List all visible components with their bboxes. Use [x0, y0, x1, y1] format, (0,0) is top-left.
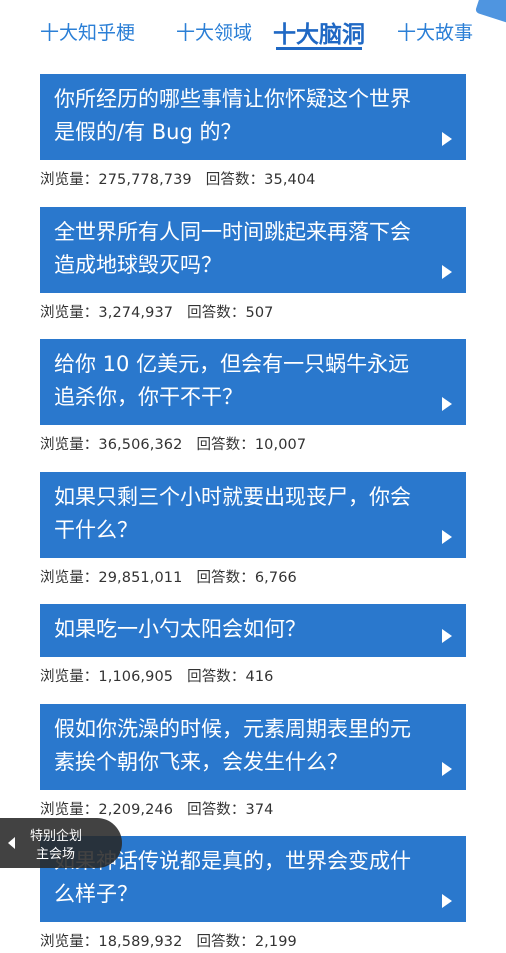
tab-brain-holes[interactable]: 十大脑洞 [273, 15, 365, 49]
play-arrow-icon [442, 629, 452, 643]
answers-label: 回答数： [205, 172, 265, 188]
play-arrow-icon [442, 265, 452, 279]
views-label: 浏览量： [40, 172, 99, 188]
answers-label: 回答数： [187, 305, 246, 321]
question-title: 如果只剩三个小时就要出现丧尸，你会干什么？ [54, 485, 411, 542]
views-count: 275,778,739 [98, 172, 192, 188]
list-item: 如果吃一小勺太阳会如何？ 浏览量：1,106,905 回答数：416 [40, 604, 466, 686]
question-stats: 浏览量：3,274,937 回答数：507 [40, 301, 466, 322]
views-count: 2,209,246 [98, 802, 174, 818]
special-event-floating-button[interactable]: 特别企划 主会场 [0, 818, 122, 868]
answers-count: 10,007 [254, 437, 307, 453]
views-count: 1,106,905 [98, 669, 174, 685]
views-count: 18,589,932 [98, 934, 183, 950]
tab-fields[interactable]: 十大领域 [176, 18, 252, 45]
tab-stories[interactable]: 十大故事 [397, 18, 473, 45]
category-tabs: 十大知乎梗 十大领域 十大脑洞 十大故事 [0, 0, 506, 62]
tab-zhihu-memes[interactable]: 十大知乎梗 [40, 18, 135, 45]
answers-count: 416 [245, 669, 274, 685]
question-stats: 浏览量：1,106,905 回答数：416 [40, 665, 466, 686]
question-title: 全世界所有人同一时间跳起来再落下会造成地球毁灭吗？ [54, 220, 411, 277]
list-item: 给你 10 亿美元，但会有一只蜗牛永远追杀你，你干不干？ 浏览量：36,506,… [40, 339, 466, 454]
question-stats: 浏览量：18,589,932 回答数：2,199 [40, 930, 466, 951]
views-label: 浏览量： [40, 437, 99, 453]
question-title: 如果吃一小勺太阳会如何？ [54, 617, 306, 641]
views-label: 浏览量： [40, 934, 99, 950]
answers-count: 2,199 [254, 934, 297, 950]
question-title: 你所经历的哪些事情让你怀疑这个世界是假的/有 Bug 的？ [54, 87, 411, 144]
answers-label: 回答数： [196, 437, 255, 453]
play-arrow-icon [442, 397, 452, 411]
answers-count: 6,766 [254, 570, 297, 586]
question-stats: 浏览量：275,778,739 回答数：35,404 [40, 168, 466, 189]
play-arrow-icon [442, 132, 452, 146]
question-card[interactable]: 你所经历的哪些事情让你怀疑这个世界是假的/有 Bug 的？ [40, 74, 466, 160]
views-label: 浏览量： [40, 669, 99, 685]
question-stats: 浏览量：29,851,011 回答数：6,766 [40, 566, 466, 587]
floating-tab-line1: 特别企划 [30, 829, 83, 844]
views-label: 浏览量： [40, 802, 99, 818]
views-count: 36,506,362 [98, 437, 183, 453]
question-title: 给你 10 亿美元，但会有一只蜗牛永远追杀你，你干不干？ [54, 352, 410, 409]
floating-tab-line2: 主会场 [36, 847, 76, 862]
views-label: 浏览量： [40, 305, 99, 321]
views-count: 29,851,011 [98, 570, 183, 586]
answers-count: 35,404 [264, 172, 316, 188]
play-arrow-icon [442, 762, 452, 776]
list-item: 如果只剩三个小时就要出现丧尸，你会干什么？ 浏览量：29,851,011 回答数：… [40, 472, 466, 587]
list-item: 你所经历的哪些事情让你怀疑这个世界是假的/有 Bug 的？ 浏览量：275,77… [40, 74, 466, 189]
arrow-left-icon [8, 837, 15, 849]
question-card[interactable]: 给你 10 亿美元，但会有一只蜗牛永远追杀你，你干不干？ [40, 339, 466, 425]
answers-label: 回答数： [196, 570, 255, 586]
question-card[interactable]: 如果只剩三个小时就要出现丧尸，你会干什么？ [40, 472, 466, 558]
active-tab-indicator [276, 47, 362, 50]
play-arrow-icon [442, 894, 452, 908]
question-card[interactable]: 全世界所有人同一时间跳起来再落下会造成地球毁灭吗？ [40, 207, 466, 293]
answers-count: 507 [245, 305, 274, 321]
list-item: 假如你洗澡的时候，元素周期表里的元素挨个朝你飞来，会发生什么？ 浏览量：2,20… [40, 704, 466, 819]
question-stats: 浏览量：36,506,362 回答数：10,007 [40, 433, 466, 454]
question-card[interactable]: 如果吃一小勺太阳会如何？ [40, 604, 466, 657]
play-arrow-icon [442, 530, 452, 544]
answers-label: 回答数： [196, 934, 255, 950]
question-card[interactable]: 假如你洗澡的时候，元素周期表里的元素挨个朝你飞来，会发生什么？ [40, 704, 466, 790]
answers-label: 回答数： [187, 669, 246, 685]
question-title: 假如你洗澡的时候，元素周期表里的元素挨个朝你飞来，会发生什么？ [54, 717, 411, 774]
list-item: 全世界所有人同一时间跳起来再落下会造成地球毁灭吗？ 浏览量：3,274,937 回… [40, 207, 466, 322]
answers-count: 374 [245, 802, 274, 818]
question-stats: 浏览量：2,209,246 回答数：374 [40, 798, 466, 819]
answers-label: 回答数： [187, 802, 246, 818]
views-count: 3,274,937 [98, 305, 174, 321]
views-label: 浏览量： [40, 570, 99, 586]
